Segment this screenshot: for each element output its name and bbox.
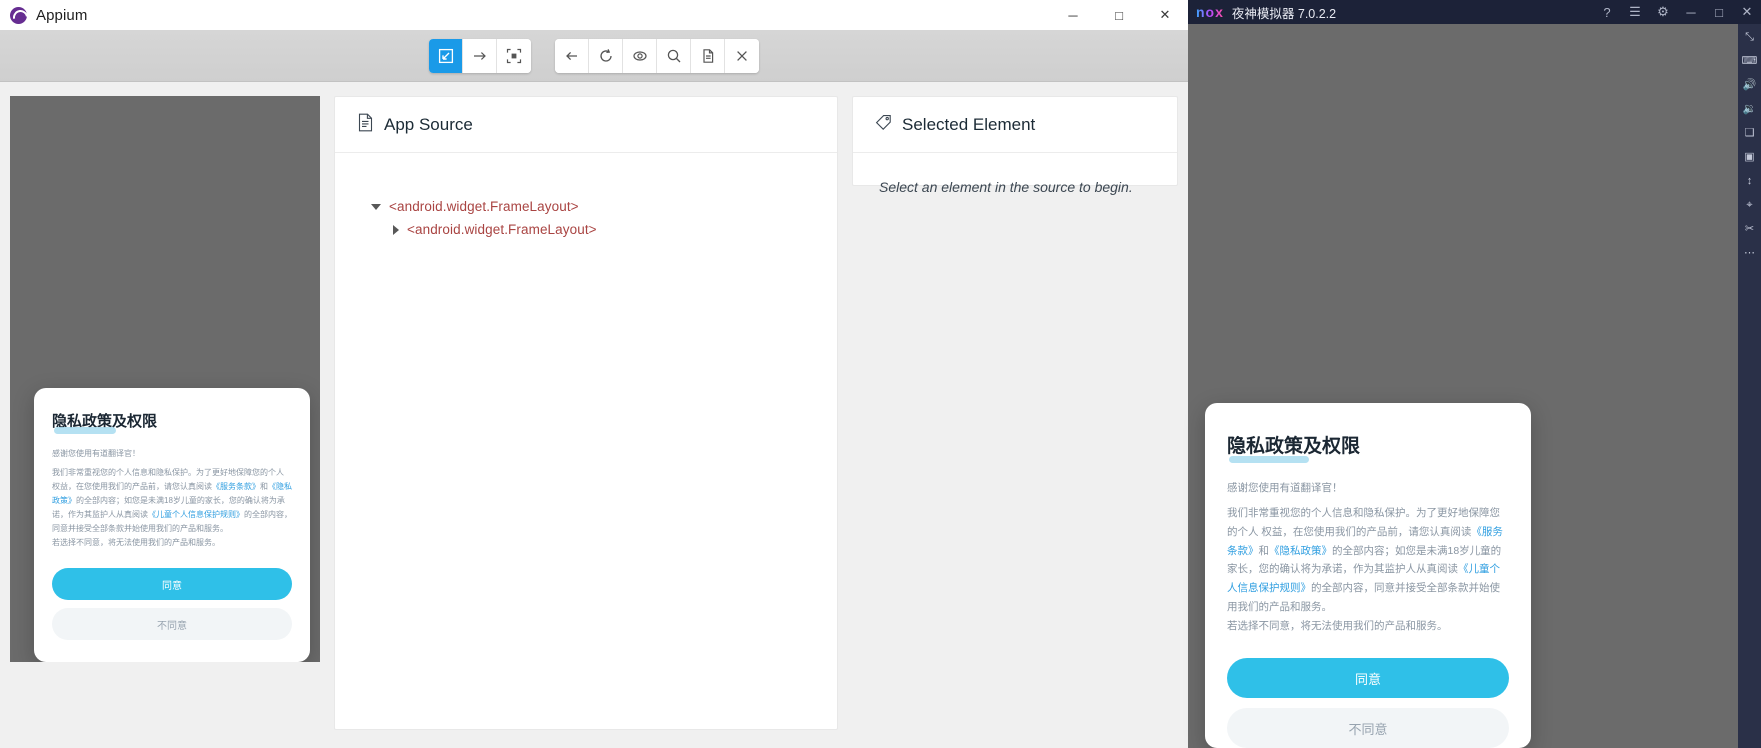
privacy-dialog-body: 我们非常重视您的个人信息和隐私保护。为了更好地保障您的个人 权益，在您使用我们的…: [52, 466, 292, 550]
body-and-1: 和: [260, 482, 268, 491]
inspector-toolbar: [0, 30, 1188, 82]
help-icon[interactable]: ?: [1593, 0, 1621, 24]
appium-window-title: Appium: [36, 6, 88, 24]
tap-by-coordinates-button[interactable]: [497, 38, 531, 73]
tag-icon: [875, 114, 892, 136]
copy-source-button[interactable]: [691, 38, 725, 73]
appium-window: Appium ─ □ ✕ 隐私政策及权限 感谢您使用有道翻译官！ 我们非常重视您…: [0, 0, 1188, 748]
chevron-down-icon[interactable]: [371, 203, 381, 210]
swipe-button[interactable]: [463, 38, 497, 73]
disagree-button[interactable]: 不同意: [1227, 708, 1509, 748]
title-underline-decoration: [54, 427, 116, 434]
privacy-dialog-title-wrap: 隐私政策及权限: [52, 410, 292, 434]
video-record-icon[interactable]: ▣: [1744, 152, 1754, 163]
select-element-button[interactable]: [429, 38, 463, 73]
back-button[interactable]: [555, 38, 589, 73]
title-underline-decoration: [1229, 455, 1309, 463]
terms-of-service-link[interactable]: 《服务条款》: [212, 482, 260, 491]
keyboard-icon[interactable]: ⌨: [1742, 56, 1758, 67]
privacy-policy-link-part1[interactable]: 《隐: [1269, 545, 1290, 557]
fullscreen-icon[interactable]: ⤡: [1745, 32, 1754, 43]
privacy-dialog-title: 隐私政策及权限: [1227, 431, 1360, 463]
volume-up-icon[interactable]: 🔊: [1743, 80, 1757, 91]
nox-logo-icon: nox: [1196, 4, 1224, 20]
source-tree: <android.widget.FrameLayout> <android.wi…: [335, 153, 837, 241]
screenshot-root: Appium ─ □ ✕ 隐私政策及权限 感谢您使用有道翻译官！ 我们非常重视您…: [0, 0, 1761, 748]
close-button[interactable]: ✕: [1142, 0, 1188, 30]
selected-element-column: Selected Element Select an element in th…: [852, 96, 1178, 748]
selected-element-header: Selected Element: [853, 97, 1177, 153]
refresh-source-button[interactable]: [589, 38, 623, 73]
tree-node-framelayout-root[interactable]: <android.widget.FrameLayout>: [335, 195, 837, 218]
document-icon: [357, 113, 374, 137]
body-line-7: 若选择不同意，将无法使用我们的产品和服务。: [52, 538, 220, 547]
maximize-icon[interactable]: □: [1705, 0, 1733, 24]
privacy-dialog-body: 我们非常重视您的个人信息和隐私保护。为了更好地保障您的个人 权益，在您使用我们的…: [1227, 504, 1509, 636]
quit-session-button[interactable]: [725, 38, 759, 73]
body-line-5: 的全部内: [1311, 582, 1353, 595]
body-line-7: 若选择不同意，将无法使用我们的产品和服务。: [1227, 620, 1448, 633]
toolbar-group-session: [555, 38, 759, 73]
privacy-dialog: 隐私政策及权限 感谢您使用有道翻译官！ 我们非常重视您的个人信息和隐私保护。为了…: [1205, 402, 1531, 748]
body-line-4: 承诺，作为其监护人从真阅读: [1321, 563, 1459, 576]
app-source-title: App Source: [384, 114, 473, 134]
close-icon[interactable]: ✕: [1733, 0, 1761, 24]
privacy-dialog-title-wrap: 隐私政策及权限: [1227, 431, 1509, 463]
nox-window-title: 夜神模拟器 7.0.2.2: [1231, 6, 1337, 21]
appium-logo-icon: [10, 6, 27, 24]
device-screen-column: 隐私政策及权限 感谢您使用有道翻译官！ 我们非常重视您的个人信息和隐私保护。为了…: [10, 96, 320, 748]
maximize-button[interactable]: □: [1096, 0, 1142, 30]
privacy-dialog-thanks: 感谢您使用有道翻译官！: [52, 449, 140, 458]
minimize-button[interactable]: ─: [1050, 0, 1096, 30]
nox-sidebar: ⤡ ⌨ 🔊 🔉 ❑ ▣ ↕ ⌖ ✂ ⋯: [1738, 24, 1761, 748]
appium-title-group: Appium: [0, 6, 88, 24]
inspector-body: 隐私政策及权限 感谢您使用有道翻译官！ 我们非常重视您的个人信息和隐私保护。为了…: [0, 82, 1188, 748]
body-line-5: 的全部内: [244, 510, 276, 519]
body-line-2: 权益，在您使用我们的产品前，请您认真阅读: [52, 482, 212, 491]
appium-titlebar: Appium ─ □ ✕: [0, 0, 1188, 30]
nox-titlebar: nox 夜神模拟器 7.0.2.2 ? ☰ ⚙ ─ □ ✕: [1188, 0, 1761, 24]
search-element-button[interactable]: [657, 38, 691, 73]
body-line-2: 权益，在您使用我们的产品前，请您认真阅读: [1261, 525, 1472, 538]
nox-device-stage[interactable]: 隐私政策及权限 感谢您使用有道翻译官！ 我们非常重视您的个人信息和隐私保护。为了…: [1188, 24, 1738, 748]
body-line-1: 我们非常重视您的个人信息和隐私保护。为了更好地保障您的个人: [52, 468, 284, 477]
tree-node-label: <android.widget.FrameLayout>: [407, 222, 597, 237]
selected-element-title: Selected Element: [902, 114, 1036, 134]
body-line-3: 的全部内容；如您是未满18岁儿童的家长，您的确认将为: [76, 496, 277, 505]
privacy-policy-link-part2[interactable]: 私政策》: [1290, 545, 1332, 557]
privacy-dialog-mirror: 隐私政策及权限 感谢您使用有道翻译官！ 我们非常重视您的个人信息和隐私保护。为了…: [34, 388, 310, 662]
dialog-bottom-spacer: [52, 640, 292, 662]
volume-down-icon[interactable]: 🔉: [1743, 104, 1757, 115]
shake-icon[interactable]: ↕: [1747, 176, 1753, 187]
chevron-right-icon[interactable]: [393, 224, 399, 235]
privacy-dialog-title: 隐私政策及权限: [52, 410, 157, 434]
agree-button[interactable]: 同意: [1227, 658, 1509, 698]
location-icon[interactable]: ⌖: [1746, 200, 1752, 211]
eye-icon[interactable]: [623, 38, 657, 73]
minimize-icon[interactable]: ─: [1677, 0, 1705, 24]
device-screen-mirror[interactable]: 隐私政策及权限 感谢您使用有道翻译官！ 我们非常重视您的个人信息和隐私保护。为了…: [10, 96, 320, 662]
body-and-1: 和: [1258, 544, 1270, 557]
scissors-icon[interactable]: ✂: [1745, 224, 1754, 235]
more-icon[interactable]: ⋯: [1744, 248, 1755, 259]
privacy-dialog-thanks: 感谢您使用有道翻译官！: [1227, 481, 1343, 494]
selected-element-empty-message: Select an element in the source to begin…: [879, 179, 1133, 195]
disagree-button[interactable]: 不同意: [52, 608, 292, 640]
selected-element-panel: Selected Element Select an element in th…: [852, 96, 1178, 195]
screenshot-icon[interactable]: ❑: [1745, 128, 1755, 139]
app-source-header: App Source: [335, 97, 837, 153]
toolbar-group-actions: [429, 38, 531, 73]
children-protection-link[interactable]: 《儿童个人信息保护规则》: [148, 510, 244, 519]
nox-emulator-window: nox 夜神模拟器 7.0.2.2 ? ☰ ⚙ ─ □ ✕ 隐私政策及权限 感谢…: [1188, 0, 1761, 748]
tree-node-framelayout-child[interactable]: <android.widget.FrameLayout>: [335, 218, 837, 241]
window-controls: ─ □ ✕: [1050, 0, 1188, 30]
menu-icon[interactable]: ☰: [1621, 0, 1649, 24]
settings-gear-icon[interactable]: ⚙: [1649, 0, 1677, 24]
tree-node-label: <android.widget.FrameLayout>: [389, 199, 579, 214]
nox-title-controls: ? ☰ ⚙ ─ □ ✕: [1593, 0, 1761, 24]
privacy-policy-link-part1[interactable]: 《隐: [268, 482, 284, 491]
agree-button[interactable]: 同意: [52, 568, 292, 600]
app-source-panel: App Source <android.widget.FrameLayout> …: [334, 96, 838, 730]
